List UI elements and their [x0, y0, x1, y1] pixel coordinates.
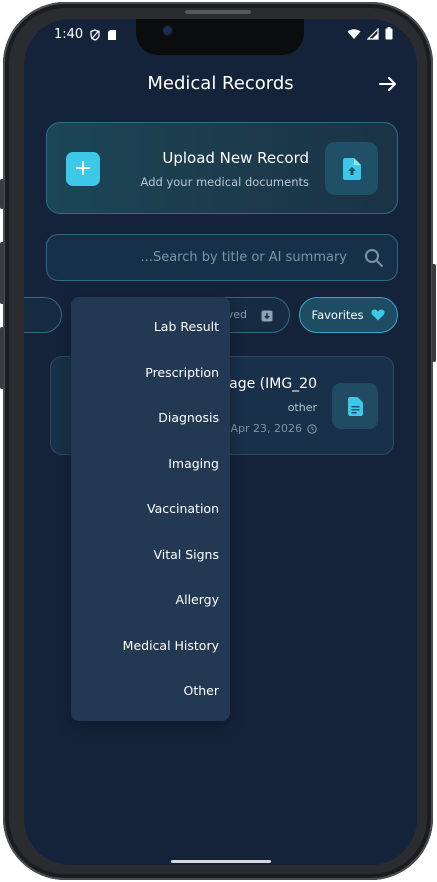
- phone-frame: 1:40 Medical Records + Upload New Record…: [0, 2, 436, 880]
- sd-card-icon: [108, 29, 117, 40]
- upload-title: Upload New Record: [162, 149, 309, 167]
- search-input[interactable]: [57, 235, 347, 280]
- upload-document-button[interactable]: [325, 142, 378, 195]
- upload-subtitle: Add your medical documents: [140, 175, 309, 189]
- privacy-shield-icon: [90, 28, 100, 41]
- menu-item-lab-result[interactable]: Lab Result: [154, 319, 219, 334]
- menu-item-allergy[interactable]: Allergy: [176, 592, 219, 607]
- menu-item-vaccination[interactable]: Vaccination: [147, 501, 219, 516]
- upload-new-record-card[interactable]: + Upload New Record Add your medical doc…: [46, 122, 398, 214]
- plus-icon[interactable]: +: [66, 152, 100, 186]
- clock-icon: [307, 423, 317, 434]
- power-button: [432, 264, 436, 362]
- status-icons: [347, 27, 393, 40]
- filter-chip[interactable]: [24, 297, 62, 333]
- home-indicator[interactable]: [171, 860, 271, 863]
- record-date: Apr 23, 2026: [230, 422, 317, 435]
- search-bar[interactable]: [46, 234, 398, 281]
- cellular-signal-icon: [367, 27, 379, 40]
- archive-icon: [261, 310, 273, 322]
- front-camera: [163, 26, 172, 35]
- battery-icon: [385, 27, 393, 40]
- page-title: Medical Records: [147, 73, 294, 94]
- menu-item-imaging[interactable]: Imaging: [168, 456, 219, 471]
- menu-item-vital-signs[interactable]: Vital Signs: [153, 547, 219, 562]
- record-date-text: Apr 23, 2026: [230, 422, 302, 435]
- status-time: 1:40: [54, 27, 117, 42]
- category-dropdown-menu: Lab Result Prescription Diagnosis Imagin…: [71, 297, 230, 721]
- arrow-right-icon[interactable]: [377, 73, 399, 95]
- menu-item-medical-history[interactable]: Medical History: [123, 638, 219, 653]
- menu-item-prescription[interactable]: Prescription: [145, 365, 219, 380]
- volume-up-button: [0, 242, 4, 304]
- screen: 1:40 Medical Records + Upload New Record…: [24, 19, 417, 865]
- filter-chip-favorites[interactable]: Favorites: [299, 297, 398, 333]
- speaker-grille: [185, 10, 251, 14]
- wifi-icon: [347, 28, 361, 39]
- record-type: other: [287, 401, 317, 414]
- mute-switch: [0, 179, 4, 209]
- document-icon: [347, 396, 363, 416]
- menu-item-diagnosis[interactable]: Diagnosis: [158, 410, 219, 425]
- search-icon[interactable]: [364, 248, 384, 268]
- clock: 1:40: [54, 27, 84, 42]
- file-upload-icon: [342, 157, 361, 180]
- favorites-label: Favorites: [311, 308, 364, 322]
- volume-down-button: [0, 327, 4, 389]
- record-document-icon-box: [332, 383, 378, 429]
- menu-item-other[interactable]: Other: [184, 683, 220, 698]
- heart-icon: [371, 309, 386, 321]
- notch: [136, 19, 304, 55]
